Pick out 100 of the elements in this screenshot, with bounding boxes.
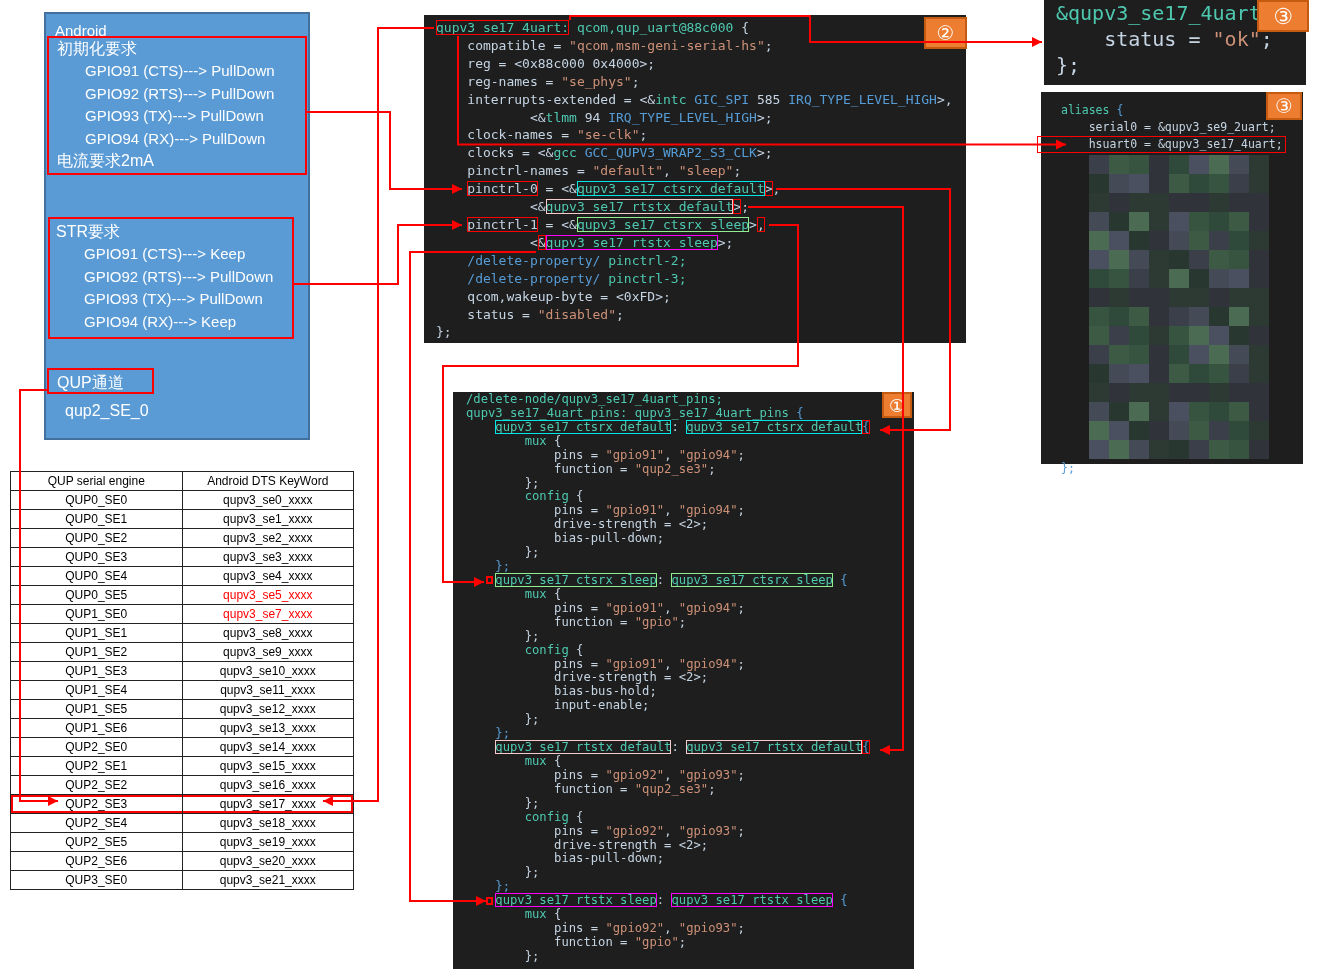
code-line: }; xyxy=(523,628,540,643)
code-line: }; xyxy=(494,879,511,894)
code-text: <& xyxy=(528,199,546,215)
table-cell: QUP0_SE4 xyxy=(10,566,182,586)
table-cell: QUP2_SE2 xyxy=(10,775,182,795)
table-cell: qupv3_se5_xxxx xyxy=(182,585,354,605)
code-text: qcom,qup_uart@88c000 xyxy=(575,20,735,35)
table-cell: qupv3_se4_xxxx xyxy=(182,566,354,586)
code-text: : xyxy=(671,740,680,755)
highlighted-code: qupv3_se17_4uart: xyxy=(436,20,570,35)
table-cell: QUP0_SE5 xyxy=(10,585,182,605)
code-text: : xyxy=(671,419,679,434)
table-cell: QUP0_SE1 xyxy=(10,509,182,529)
table-cell: qupv3_se1_xxxx xyxy=(182,509,354,529)
table-cell: qupv3_se14_xxxx xyxy=(182,737,354,757)
code-line: clock-names = "se-clk"; xyxy=(466,127,648,143)
table-cell: QUP2_SE0 xyxy=(10,737,182,757)
code-line: reg-names = "se_phys"; xyxy=(466,73,640,89)
code-line: config { xyxy=(523,489,584,504)
code-line: bias-pull-down; xyxy=(553,851,665,866)
table-cell: qupv3_se12_xxxx xyxy=(182,699,354,719)
table-cell: qupv3_se16_xxxx xyxy=(182,775,354,795)
code-text: > xyxy=(749,216,757,232)
gpio-requirement: GPIO91 (CTS)---> PullDown xyxy=(84,61,275,81)
table-cell: qupv3_se10_xxxx xyxy=(182,661,354,681)
table-cell: qupv3_se2_xxxx xyxy=(182,528,354,548)
step-badge: ③ xyxy=(1266,92,1302,120)
table-cell: QUP1_SE2 xyxy=(10,642,182,662)
code-line: config { xyxy=(523,809,584,824)
table-cell: qupv3_se18_xxxx xyxy=(182,813,354,833)
code-line: aliases { xyxy=(1061,103,1124,117)
table-cell: QUP2_SE3 xyxy=(10,794,182,814)
column-header: QUP serial engine xyxy=(10,471,182,491)
code-line: }; xyxy=(523,795,540,810)
code-line: drive-strength = <2>; xyxy=(553,837,709,852)
table-cell: qupv3_se21_xxxx xyxy=(182,870,354,890)
code-line: }; xyxy=(1056,53,1081,77)
highlighted-code: , xyxy=(756,216,765,232)
gpio-requirement: GPIO93 (TX)---> PullDown xyxy=(84,106,264,126)
code-text: = <& xyxy=(544,181,577,197)
highlighted-code: qupv3_se17_ctsrx_default xyxy=(686,419,863,434)
code-text: { xyxy=(839,573,848,587)
highlighted-code: qupv3_se17_rtstx_default xyxy=(686,740,863,755)
code-text: >; xyxy=(717,234,734,250)
gpio-requirement: GPIO91 (CTS)---> Keep xyxy=(83,244,246,264)
highlighted-code: hsuart0 = &qupv3_se17_4uart; xyxy=(1037,136,1286,153)
step-badge: ② xyxy=(924,17,967,49)
code-line: pins = "gpio91", "gpio94"; xyxy=(554,503,745,518)
highlighted-code: pinctrl-0 xyxy=(467,181,538,197)
code-line: mux { xyxy=(524,907,562,922)
code-line: function = "qup2_se3"; xyxy=(553,781,716,796)
code-text: = <& xyxy=(544,216,577,232)
code-line: pins = "gpio92", "gpio93"; xyxy=(553,767,745,782)
code-line: mux { xyxy=(523,586,562,601)
table-cell: qupv3_se9_xxxx xyxy=(182,642,354,662)
highlighted-code: > xyxy=(733,199,742,215)
code-line: qupv3_se17_4uart_pins: qupv3_se17_4uart_pins { xyxy=(466,405,804,420)
section-heading: STR要求 xyxy=(56,222,120,242)
highlighted-code: qupv3_se17_ctsrx_sleep xyxy=(671,573,833,587)
highlighted-code: qupv3_se17_ctsrx_default xyxy=(495,419,672,434)
table-cell: QUP1_SE1 xyxy=(10,623,182,643)
table-cell: QUP2_SE6 xyxy=(10,851,182,871)
code-line: bias-bus-hold; xyxy=(553,684,657,699)
table-cell: QUP2_SE1 xyxy=(10,756,182,776)
table-cell: QUP1_SE3 xyxy=(10,661,182,681)
code-line: }; xyxy=(494,559,511,574)
code-line: serial0 = &qupv3_se9_2uart; xyxy=(1087,120,1276,134)
code-line: }; xyxy=(523,865,540,880)
table-cell: QUP1_SE5 xyxy=(10,699,182,719)
column-header: Android DTS KeyWord xyxy=(182,471,354,491)
current-requirement: 电流要求2mA xyxy=(57,151,154,171)
highlighted-code: qupv3_se17_rtstx_sleep xyxy=(495,893,657,908)
table-cell: qupv3_se3_xxxx xyxy=(182,547,354,567)
code-line: qcom,wakeup-byte = <0xFD>; xyxy=(466,288,671,304)
table-cell: qupv3_se8_xxxx xyxy=(182,623,354,643)
code-line: bias-pull-down; xyxy=(553,531,665,546)
table-cell: qupv3_se13_xxxx xyxy=(182,718,354,738)
code-line: /delete-property/ pinctrl-2; xyxy=(466,252,687,268)
code-text: ; xyxy=(741,199,750,215)
table-cell: QUP1_SE6 xyxy=(10,718,182,738)
marker-square xyxy=(486,576,494,585)
code-line: pins = "gpio92", "gpio93"; xyxy=(553,921,745,936)
code-line: function = "gpio"; xyxy=(553,614,687,629)
table-cell: QUP0_SE0 xyxy=(10,490,182,510)
gpio-requirement: GPIO92 (RTS)---> PullDown xyxy=(83,266,274,287)
code-line: }; xyxy=(494,726,511,741)
code-line: status = "disabled"; xyxy=(466,306,624,322)
code-line: }; xyxy=(523,712,540,727)
table-cell: QUP3_SE0 xyxy=(10,870,182,890)
section-heading: 初期化要求 xyxy=(57,39,137,59)
highlighted-code: qupv3_se17_rtstx_default xyxy=(495,740,672,755)
table-cell: qupv3_se7_xxxx xyxy=(182,604,354,624)
code-line: compatible = "qcom,msm-geni-serial-hs"; xyxy=(466,37,773,53)
step-badge: ③ xyxy=(1257,0,1309,32)
code-line: }; xyxy=(523,545,540,560)
gpio-requirement: GPIO92 (RTS)---> PullDown xyxy=(84,83,275,104)
code-line: pins = "gpio91", "gpio94"; xyxy=(553,600,745,615)
code-line: }; xyxy=(436,324,452,340)
code-line: reg = <0x88c000 0x4000>; xyxy=(466,55,656,71)
table-cell: QUP2_SE5 xyxy=(10,832,182,852)
